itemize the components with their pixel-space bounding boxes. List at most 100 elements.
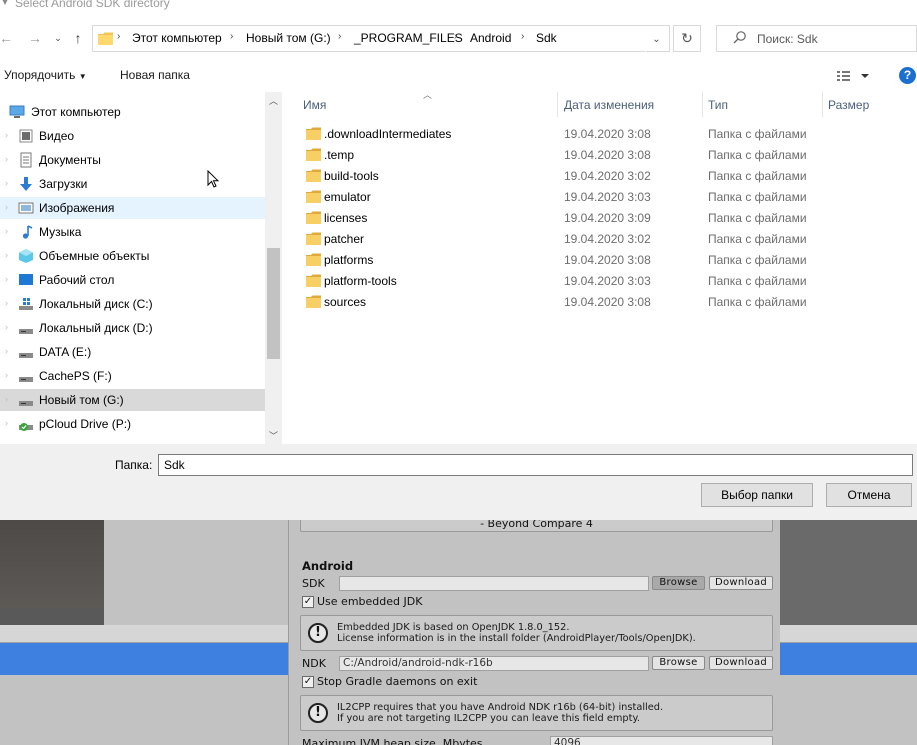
search-box[interactable]: Поиск: Sdk xyxy=(716,25,917,52)
file-row[interactable]: emulator 19.04.2020 3:03 Папка с файлами xyxy=(282,186,917,207)
breadcrumb-drive-g[interactable]: Новый том (G:) xyxy=(246,31,331,45)
breadcrumb-program-files[interactable]: _PROGRAM_FILES xyxy=(354,31,463,45)
file-row[interactable]: .downloadIntermediates 19.04.2020 3:08 Пап… xyxy=(282,123,917,144)
ndk-browse-button[interactable]: Browse xyxy=(652,656,705,670)
ndk-download-button[interactable]: Download xyxy=(709,656,773,670)
scrollbar-thumb[interactable] xyxy=(267,248,280,359)
address-dropdown-chevron-icon[interactable]: ⌄ xyxy=(645,26,667,53)
column-header-date[interactable]: Дата изменения xyxy=(564,98,654,112)
file-row[interactable]: sources 19.04.2020 3:08 Папка с файлами xyxy=(282,291,917,312)
sidebar-item-documents[interactable]: › Документы xyxy=(0,149,265,171)
scroll-up-icon[interactable]: ︿ xyxy=(265,94,282,108)
breadcrumb-this-pc[interactable]: Этот компьютер xyxy=(132,31,222,45)
search-icon xyxy=(733,31,746,44)
jvm-heap-field[interactable]: 4096 xyxy=(550,736,773,745)
select-folder-button[interactable]: Выбор папки xyxy=(701,483,813,507)
file-row[interactable]: .temp 19.04.2020 3:08 Папка с файлами xyxy=(282,144,917,165)
embedded-jdk-label: Use embedded JDK xyxy=(317,595,423,608)
sidebar-item-drive-d[interactable]: › Локальный диск (D:) xyxy=(0,317,265,339)
embedded-jdk-checkbox[interactable]: ✓ xyxy=(302,596,314,608)
help-icon[interactable]: ? xyxy=(899,67,916,84)
column-header-size[interactable]: Размер xyxy=(828,98,869,112)
column-header-name[interactable]: Имя xyxy=(303,98,326,112)
file-date: 19.04.2020 3:08 xyxy=(564,253,651,267)
file-type: Папка с файлами xyxy=(708,232,807,246)
folder-name-input[interactable]: Sdk xyxy=(158,454,913,476)
sidebar-item-videos[interactable]: › Видео xyxy=(0,125,265,147)
refresh-icon[interactable]: ↻ xyxy=(673,25,701,52)
file-row[interactable]: build-tools 19.04.2020 3:02 Папка с файлам… xyxy=(282,165,917,186)
sidebar-item-drive-f[interactable]: › CachePS (F:) xyxy=(0,365,265,387)
breadcrumb-separator-icon: › xyxy=(521,31,525,42)
folder-icon xyxy=(306,190,321,203)
sdk-path-field[interactable] xyxy=(339,576,649,591)
file-type: Папка с файлами xyxy=(708,148,807,162)
file-row[interactable]: platforms 19.04.2020 3:08 Папка с файлами xyxy=(282,249,917,270)
file-type: Папка с файлами xyxy=(708,211,807,225)
chevron-right-icon: › xyxy=(5,274,8,284)
forward-arrow-icon[interactable]: → xyxy=(25,28,45,48)
column-divider[interactable] xyxy=(822,92,823,117)
view-options-icon[interactable] xyxy=(836,68,872,84)
sdk-browse-button[interactable]: Browse xyxy=(652,576,705,590)
sidebar-item-label: Документы xyxy=(39,153,101,167)
editor-panel-right xyxy=(780,520,917,625)
chevron-right-icon: › xyxy=(5,130,8,140)
file-row[interactable]: platform-tools 19.04.2020 3:03 Папка с фай… xyxy=(282,270,917,291)
file-row[interactable]: licenses 19.04.2020 3:09 Папка с файлами xyxy=(282,207,917,228)
sidebar-item-3d-objects[interactable]: › Объемные объекты xyxy=(0,245,265,267)
pictures-folder-icon xyxy=(18,202,34,214)
address-bar[interactable]: › Этот компьютер › Новый том (G:) › _PRO… xyxy=(92,25,670,53)
gradle-daemons-checkbox[interactable]: ✓ xyxy=(302,676,314,688)
column-divider[interactable] xyxy=(702,92,703,117)
organize-button[interactable]: Упорядочить ▼ xyxy=(4,68,87,82)
navigation-bar: ← → ⌄ ↑ › Этот компьютер › Новый том (G:… xyxy=(0,22,917,56)
file-name: .temp xyxy=(324,148,355,162)
back-arrow-icon[interactable]: ← xyxy=(0,28,16,48)
sidebar-item-pcloud-drive[interactable]: › pCloud Drive (P:) xyxy=(0,413,265,435)
file-name: .downloadIntermediates xyxy=(324,127,452,141)
file-name: emulator xyxy=(324,190,371,204)
sidebar-item-downloads[interactable]: › Загрузки xyxy=(0,173,265,195)
file-date: 19.04.2020 3:08 xyxy=(564,295,651,309)
chevron-right-icon: › xyxy=(5,298,8,308)
file-date: 19.04.2020 3:08 xyxy=(564,127,651,141)
dialog-footer: Папка: Sdk Выбор папки Отмена xyxy=(0,444,917,520)
ndk-path-field[interactable]: C:/Android/android-ndk-r16b xyxy=(339,656,649,671)
up-arrow-icon[interactable]: ↑ xyxy=(68,28,88,48)
sort-ascending-icon: ︿ xyxy=(423,90,433,100)
sidebar-item-label: Новый том (G:) xyxy=(39,393,124,407)
column-header-type[interactable]: Тип xyxy=(708,98,728,112)
breadcrumb-android[interactable]: Android xyxy=(470,31,511,45)
il2cpp-warning-box: ! IL2CPP requires that you have Android … xyxy=(300,695,773,731)
breadcrumb-sdk[interactable]: Sdk xyxy=(536,31,557,45)
jdk-info-box: ! Embedded JDK is based on OpenJDK 1.8.0… xyxy=(300,615,773,651)
unity-logo-icon xyxy=(2,0,8,5)
il2cpp-line1: IL2CPP requires that you have Android ND… xyxy=(337,702,664,713)
file-row[interactable]: patcher 19.04.2020 3:02 Папка с файлами xyxy=(282,228,917,249)
sdk-download-button[interactable]: Download xyxy=(709,576,773,590)
sidebar-item-label: Музыка xyxy=(39,225,82,239)
recent-locations-chevron-icon[interactable]: ⌄ xyxy=(48,28,68,48)
sidebar-item-pictures[interactable]: › Изображения xyxy=(0,197,265,219)
cancel-button[interactable]: Отмена xyxy=(826,483,912,507)
column-divider[interactable] xyxy=(557,92,558,117)
sidebar-item-desktop[interactable]: › Рабочий стол xyxy=(0,269,265,291)
scroll-down-icon[interactable]: ﹀ xyxy=(265,429,282,443)
sidebar-item-label: Изображения xyxy=(39,201,115,215)
folder-icon xyxy=(306,253,321,266)
sidebar-item-drive-e[interactable]: › DATA (E:) xyxy=(0,341,265,363)
window-title: Select Android SDK directory xyxy=(15,0,170,10)
sidebar-item-drive-g[interactable]: › Новый том (G:) xyxy=(0,389,265,411)
folder-icon xyxy=(98,32,113,45)
sidebar-item-this-pc[interactable]: Этот компьютер xyxy=(0,101,265,123)
title-bar: Select Android SDK directory xyxy=(0,0,917,14)
new-folder-button[interactable]: Новая папка xyxy=(120,68,190,82)
breadcrumb-separator-icon: › xyxy=(454,31,458,42)
sidebar-item-drive-c[interactable]: › Локальный диск (C:) xyxy=(0,293,265,315)
chevron-right-icon: › xyxy=(5,370,8,380)
file-name: patcher xyxy=(324,232,365,246)
navigation-scrollbar[interactable]: ︿ ﹀ xyxy=(265,92,282,444)
sidebar-item-music[interactable]: › Музыка xyxy=(0,221,265,243)
windows-drive-icon xyxy=(19,298,33,310)
